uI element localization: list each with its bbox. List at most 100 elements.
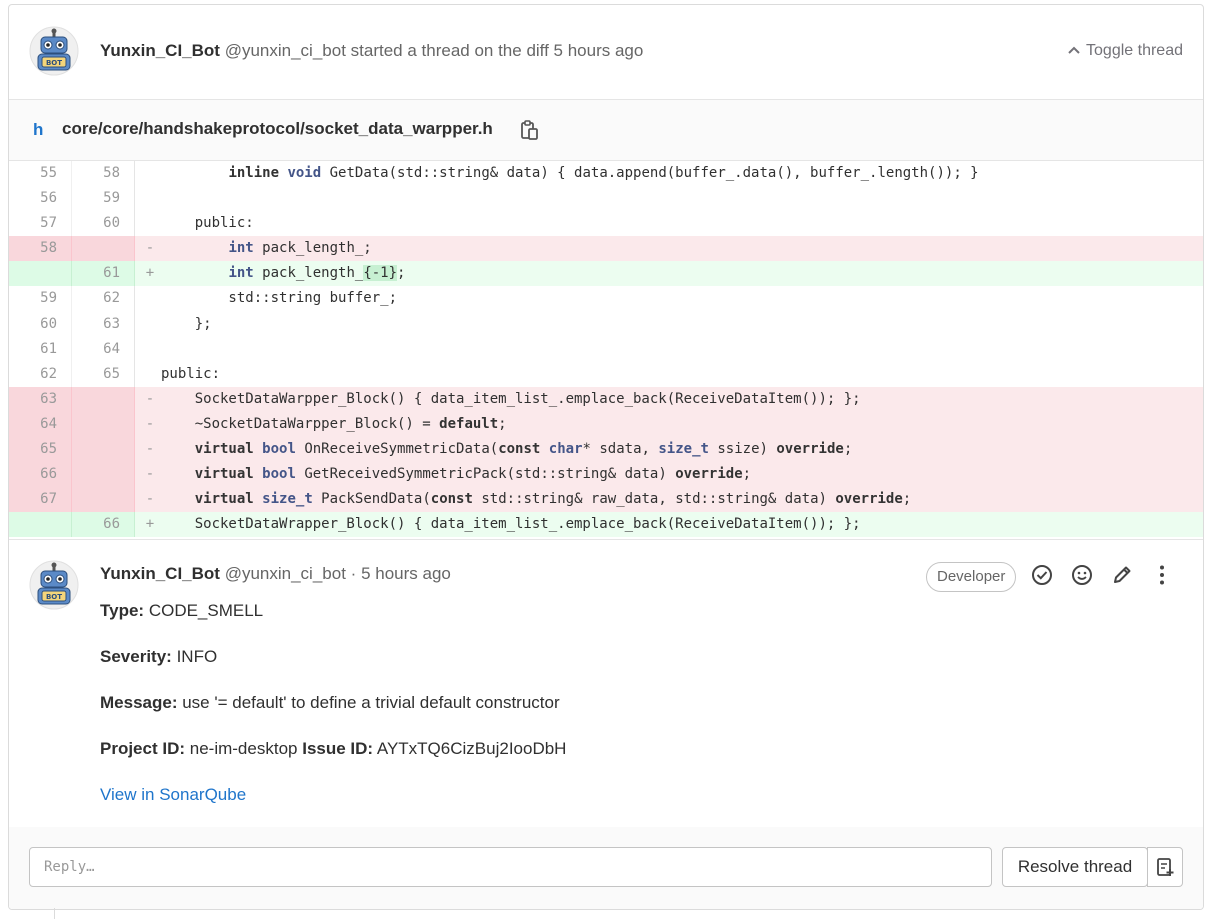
resolve-to-issue-button[interactable] <box>1147 847 1183 887</box>
old-line-number[interactable]: 62 <box>9 361 72 387</box>
old-line-number[interactable]: 58 <box>9 236 72 262</box>
svg-text:BOT: BOT <box>46 593 62 601</box>
svg-text:BOT: BOT <box>46 59 62 67</box>
resolve-check-icon[interactable] <box>1031 564 1053 586</box>
new-line-number[interactable] <box>72 487 135 513</box>
old-line-number[interactable]: 59 <box>9 286 72 312</box>
diff-line-removed: 67 - virtual size_t PackSendData(const st… <box>9 487 1203 513</box>
toggle-thread-button[interactable]: Toggle thread <box>1068 42 1183 60</box>
old-line-number[interactable]: 61 <box>9 336 72 362</box>
note-author-name[interactable]: Yunxin_CI_Bot <box>100 564 220 583</box>
new-line-number[interactable]: 65 <box>72 361 135 387</box>
note-time[interactable]: 5 hours ago <box>361 564 451 583</box>
diff-line-context: 62 65 public: <box>9 361 1203 387</box>
note-bot-avatar[interactable]: BOT <box>29 560 79 610</box>
note-separator: · <box>350 564 357 583</box>
diff-line-context: 55 58 inline void GetData(std::string& da… <box>9 161 1203 187</box>
resolve-thread-button[interactable]: Resolve thread <box>1002 847 1148 887</box>
author-handle[interactable]: @yunxin_ci_bot <box>225 41 346 60</box>
discussion-note: BOT Yunxin_CI_Bot @yunxin_ci_bot · 5 hou… <box>9 539 1203 827</box>
edit-pencil-icon[interactable] <box>1111 564 1133 586</box>
bot-avatar[interactable]: BOT <box>29 26 79 76</box>
code-line: std::string buffer_; <box>161 290 398 307</box>
code-line: virtual bool GetReceivedSymmetricPack(st… <box>194 466 752 483</box>
diff-sign: + <box>145 516 155 533</box>
issue-id-label: Issue ID: <box>302 739 374 758</box>
diff-line-removed: 63 - SocketDataWarpper_Block() { data_ite… <box>9 386 1203 412</box>
diff-line-added: 61 + int pack_length_{-1}; <box>9 261 1203 287</box>
new-line-number[interactable] <box>72 462 135 488</box>
old-line-number[interactable]: 56 <box>9 186 72 212</box>
thread-action-text: started a thread on the diff <box>350 41 549 60</box>
new-line-number[interactable]: 59 <box>72 186 135 212</box>
new-line-number[interactable]: 60 <box>72 211 135 237</box>
file-path[interactable]: core/core/handshakeprotocol/socket_data_… <box>62 119 493 139</box>
diff-line-context: 61 64 <box>9 336 1203 362</box>
robot-avatar-icon: BOT <box>29 560 79 610</box>
author-name[interactable]: Yunxin_CI_Bot <box>100 41 220 60</box>
code-line: inline void GetData(std::string& data) {… <box>228 165 979 181</box>
copy-file-path-icon[interactable] <box>521 120 539 145</box>
diff-sign <box>139 286 161 311</box>
code-line: SocketDataWarpper_Block() { data_item_li… <box>161 390 861 407</box>
message-line: Message: use '= default' to define a tri… <box>100 692 566 714</box>
new-line-number[interactable] <box>72 411 135 438</box>
note-author-handle[interactable]: @yunxin_ci_bot <box>225 564 346 583</box>
type-line: Type: CODE_SMELL <box>100 600 566 622</box>
old-line-number[interactable]: 65 <box>9 437 72 463</box>
code-line: ~SocketDataWarpper_Block() = default; <box>161 415 507 432</box>
discussion-thread: BOT Yunxin_CI_Bot @yunxin_ci_bot started… <box>8 4 1204 910</box>
old-line-number[interactable] <box>9 261 72 287</box>
new-line-number[interactable] <box>72 437 135 463</box>
old-line-number[interactable]: 66 <box>9 462 72 488</box>
new-line-number[interactable]: 62 <box>72 286 135 312</box>
old-line-number[interactable] <box>9 512 72 538</box>
type-label: Type: <box>100 601 145 620</box>
view-in-sonarqube-link[interactable]: View in SonarQube <box>100 785 246 804</box>
old-line-number[interactable]: 67 <box>9 487 72 513</box>
old-line-number[interactable]: 63 <box>9 386 72 412</box>
reply-input[interactable]: Reply… <box>29 847 992 887</box>
diff-table: 55 58 inline void GetData(std::string& da… <box>9 161 1203 538</box>
create-issue-icon <box>1157 858 1174 876</box>
role-badge: Developer <box>926 562 1017 592</box>
diff-sign <box>139 161 161 186</box>
code-line: public: <box>161 365 221 382</box>
note-meta: Yunxin_CI_Bot @yunxin_ci_bot · 5 hours a… <box>100 564 451 584</box>
issue-id-value: AYTxTQ6CizBuj2IooDbH <box>376 739 567 758</box>
diff-sign: - <box>145 491 155 508</box>
thread-time[interactable]: 5 hours ago <box>554 41 644 60</box>
code-line: public: <box>161 215 254 232</box>
message-label: Message: <box>100 693 178 712</box>
ids-line: Project ID: ne-im-desktop Issue ID: AYTx… <box>100 738 566 760</box>
timeline-connector <box>54 908 55 919</box>
note-actions <box>1031 564 1173 586</box>
new-line-number[interactable]: 58 <box>72 161 135 187</box>
old-line-number[interactable]: 60 <box>9 311 72 337</box>
diff-line-removed: 65 - virtual bool OnReceiveSymmetricData(… <box>9 437 1203 463</box>
diff-sign: - <box>145 415 155 432</box>
code-line: virtual size_t PackSendData(const std::s… <box>194 491 912 508</box>
new-line-number[interactable] <box>72 386 135 412</box>
old-line-number[interactable]: 55 <box>9 161 72 187</box>
severity-line: Severity: INFO <box>100 646 566 668</box>
diff-sign <box>139 362 161 387</box>
thread-header: BOT Yunxin_CI_Bot @yunxin_ci_bot started… <box>9 5 1203 99</box>
c-header-file-icon: h <box>33 120 44 139</box>
project-id-label: Project ID: <box>100 739 186 758</box>
new-line-number[interactable]: 66 <box>72 512 135 538</box>
robot-avatar-icon: BOT <box>29 26 79 76</box>
diff-sign: - <box>145 466 155 483</box>
new-line-number[interactable]: 61 <box>72 261 135 287</box>
new-line-number[interactable]: 64 <box>72 336 135 362</box>
diff-line-added: 66 + SocketDataWrapper_Block() { data_ite… <box>9 512 1203 538</box>
more-actions-icon[interactable] <box>1151 564 1173 586</box>
new-line-number[interactable] <box>72 236 135 262</box>
old-line-number[interactable]: 57 <box>9 211 72 237</box>
type-value: CODE_SMELL <box>148 601 264 620</box>
add-reaction-icon[interactable] <box>1071 564 1093 586</box>
old-line-number[interactable]: 64 <box>9 411 72 438</box>
new-line-number[interactable]: 63 <box>72 311 135 337</box>
reply-area: Reply… Resolve thread <box>9 827 1203 909</box>
